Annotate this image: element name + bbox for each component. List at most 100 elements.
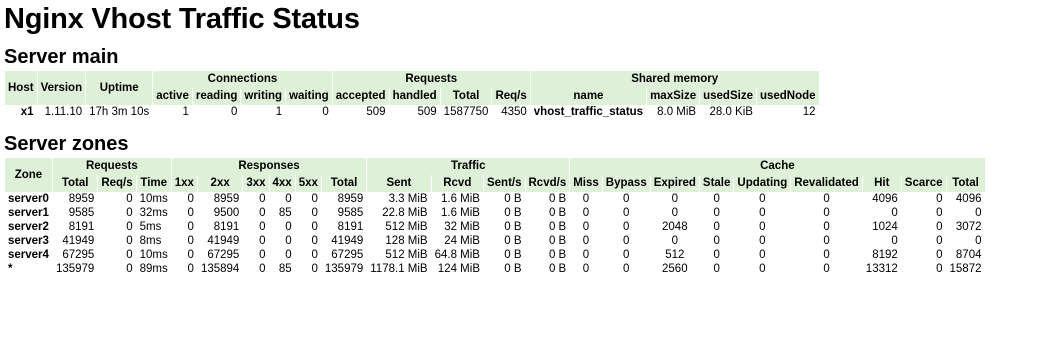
zone-cell: 0 [936,249,943,261]
zone-cell: 0 [671,193,679,205]
cell-uptime: 17h 3m 10s [89,106,150,118]
zone-cell: 15872 [949,263,982,275]
zone-cell: 8191 [213,221,240,233]
zone-cell: 0 [285,221,292,233]
zone-cell: 4096 [955,193,982,205]
cell-reading: 0 [230,106,238,118]
zone-cell: 0 [623,193,630,205]
zone-subheader: Req/s [98,175,136,192]
cell-writing: 1 [275,106,283,118]
zone-cell: 0 B [504,263,522,275]
zone-cell: 85 [278,263,292,275]
header-req-s: Req/s [492,88,530,105]
zone-cell: 0 B [504,193,522,205]
zone-subheader: Sent/s [483,175,525,192]
header-zone-responses: Responses [171,158,367,175]
zone-cell: 0 [259,263,266,275]
zone-cell: 1178.1 MiB [370,263,428,275]
header-used-size: usedSize [700,88,756,105]
zone-cell: 24 MiB [444,235,480,247]
zone-cell: 0 [936,221,943,233]
header-zone-traffic: Traffic [367,158,570,175]
zone-cell: 64.8 MiB [434,249,480,261]
zone-cell: 0 B [548,207,567,219]
header-name: name [530,88,647,105]
zone-subheader: 3xx [243,175,269,192]
zone-subheader: Updating [734,175,791,192]
zone-cell: 0 B [504,235,522,247]
table-row: * 135979 0 89ms 0 135894 0 85 0 135979 1178.1 MiB 1… [5,262,985,276]
zone-cell: 0 [623,263,630,275]
zone-name: * [8,263,13,275]
table-row: server2 8191 0 5ms 0 8191 0 0 0 8191 512 MiB 32 MiB… [5,220,985,234]
cell-used-node: 12 [802,106,816,118]
zone-name: server3 [8,235,49,247]
header-requests: Requests [332,71,530,88]
header-zone-requests: Requests [52,158,171,175]
cell-total: 1587750 [443,106,489,118]
zone-cell: 0 [713,263,720,275]
zone-cell: 0 [623,221,630,233]
zone-subheader: Expired [650,175,699,192]
cell-host: x1 [20,106,34,118]
zone-cell: 1.6 MiB [440,207,480,219]
cell-handled: 509 [417,106,437,118]
header-host: Host [5,71,37,105]
zone-cell: 0 [285,193,292,205]
zone-cell: 0 [582,249,590,261]
zone-cell: 2560 [662,263,688,275]
table-row: server3 41949 0 8ms 0 41949 0 0 0 41949 128 MiB 24 … [5,234,985,248]
zone-subheader: Total [52,175,98,192]
zone-cell: 0 [259,207,266,219]
zone-subheader: Total [321,175,367,192]
zone-cell: 0 [311,193,318,205]
zone-cell: 0 [187,207,194,219]
zone-cell: 0 [713,221,720,233]
zone-cell: 0 [126,249,133,261]
zone-cell: 0 [759,263,766,275]
header-max-size: maxSize [647,88,700,105]
zone-cell: 41949 [331,235,364,247]
zone-cell: 0 [623,249,630,261]
zone-cell: 0 [311,221,318,233]
zone-cell: 85 [278,207,292,219]
zone-cell: 0 [311,263,318,275]
zone-cell: 0 [759,221,766,233]
zone-cell: 0 [187,235,194,247]
zone-cell: 89ms [139,263,168,275]
zone-cell: 0 [823,249,830,261]
zone-cell: 0 [311,235,318,247]
zone-subheader: Time [136,175,171,192]
zone-cell: 0 [187,193,194,205]
header-waiting: waiting [286,88,332,105]
zone-cell: 0 [582,235,590,247]
zone-cell: 8959 [68,193,95,205]
zone-cell: 0 [259,193,266,205]
zone-cell: 41949 [62,235,95,247]
zone-cell: 0 [126,193,133,205]
zone-cell: 0 B [548,235,567,247]
zone-cell: 0 [759,207,766,219]
zone-cell: 0 [311,249,318,261]
zone-cell: 3.3 MiB [388,193,428,205]
zone-cell: 22.8 MiB [382,207,428,219]
zone-cell: 8959 [337,193,364,205]
zone-cell: 8ms [139,235,162,247]
header-reading: reading [192,88,241,105]
server-main-table: Host Version Uptime Connections Requests… [4,71,820,120]
zone-cell: 0 [126,207,133,219]
zone-cell: 135979 [324,263,364,275]
zone-subheader: Miss [570,175,602,192]
server-zones-title: Server zones [4,133,129,155]
zone-cell: 1.6 MiB [440,193,480,205]
header-writing: writing [241,88,286,105]
zone-cell: 9500 [213,207,240,219]
zone-subheader: Rcvd/s [525,175,570,192]
header-accepted: accepted [332,88,389,105]
zone-cell: 67295 [331,249,364,261]
zone-cell: 0 [126,263,133,275]
zone-cell: 8192 [872,249,898,261]
zone-cell: 0 [285,235,292,247]
zone-cell: 128 MiB [385,235,428,247]
zone-cell: 0 B [548,263,567,275]
